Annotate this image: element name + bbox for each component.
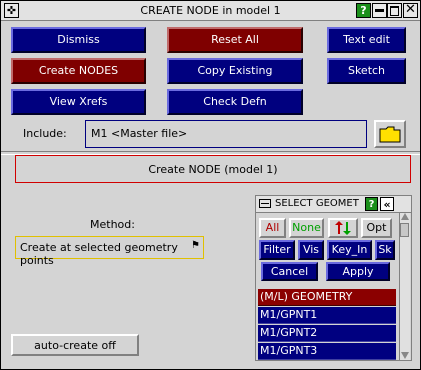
method-label: Method: bbox=[90, 218, 135, 231]
dropdown-flag-icon: ⚑ bbox=[191, 240, 200, 251]
vis-button[interactable]: Vis bbox=[298, 240, 324, 260]
sort-arrows-icon bbox=[335, 221, 351, 235]
select-cancel-button[interactable]: Cancel bbox=[261, 262, 318, 281]
select-none-button[interactable]: None bbox=[289, 218, 324, 238]
main-panel-title: Create NODE (model 1) bbox=[148, 163, 278, 176]
select-panel-title: SELECT GEOMET bbox=[275, 198, 359, 209]
dismiss-label: Dismiss bbox=[57, 33, 100, 46]
minimize-icon[interactable] bbox=[372, 3, 387, 18]
auto-create-label: auto-create off bbox=[34, 339, 116, 352]
text-edit-button[interactable]: Text edit bbox=[327, 27, 406, 53]
include-field[interactable]: M1 <Master file> bbox=[85, 120, 367, 148]
collapse-left-icon[interactable]: « bbox=[380, 197, 394, 211]
text-edit-label: Text edit bbox=[343, 33, 390, 46]
copy-existing-label: Copy Existing bbox=[197, 64, 273, 77]
sketch-button[interactable]: Sketch bbox=[327, 58, 406, 84]
auto-create-button[interactable]: auto-create off bbox=[11, 334, 139, 356]
select-help-button[interactable]: ? bbox=[365, 197, 378, 211]
create-nodes-label: Create NODES bbox=[38, 64, 119, 77]
geometry-list-header[interactable]: (M/L) GEOMETRY POINT(s) bbox=[258, 289, 396, 319]
title-bar: ✜ CREATE NODE in model 1 ? ✕ bbox=[1, 1, 420, 21]
list-scrollbar[interactable] bbox=[399, 213, 410, 360]
method-select[interactable]: Create at selected geometry points ⚑ bbox=[15, 236, 204, 267]
select-panel-titlebar: SELECT GEOMET ? « bbox=[256, 196, 411, 213]
options-label: Opt bbox=[366, 221, 387, 234]
vis-label: Vis bbox=[302, 243, 320, 256]
reset-all-label: Reset All bbox=[211, 33, 259, 46]
create-node-window: ✜ CREATE NODE in model 1 ? ✕ Dismiss Res… bbox=[0, 0, 421, 370]
include-value: M1 <Master file> bbox=[91, 127, 188, 140]
select-cancel-label: Cancel bbox=[270, 265, 309, 278]
select-apply-label: Apply bbox=[342, 265, 374, 278]
list-item[interactable]: M1/GPNT1 bbox=[258, 307, 396, 324]
maximize-icon[interactable] bbox=[387, 3, 402, 18]
scroll-down-icon[interactable] bbox=[401, 352, 409, 359]
reset-all-button[interactable]: Reset All bbox=[167, 27, 303, 53]
select-geometry-panel: SELECT GEOMET ? « All None Opt Filter Vi… bbox=[255, 195, 412, 361]
help-button[interactable]: ? bbox=[356, 3, 371, 18]
select-apply-button[interactable]: Apply bbox=[326, 262, 390, 281]
filter-button[interactable]: Filter bbox=[259, 240, 295, 260]
key-in-button[interactable]: Key_In bbox=[327, 240, 372, 260]
select-all-label: All bbox=[265, 221, 280, 234]
list-item[interactable]: M1/GPNT2 bbox=[258, 325, 396, 342]
sketch-mode-label: Sk bbox=[378, 243, 392, 256]
copy-existing-button[interactable]: Copy Existing bbox=[167, 58, 303, 84]
scroll-thumb[interactable] bbox=[400, 223, 409, 237]
sketch-mode-button[interactable]: Sk bbox=[375, 240, 395, 260]
main-panel-title-box: Create NODE (model 1) bbox=[15, 155, 411, 183]
dismiss-button[interactable]: Dismiss bbox=[11, 27, 146, 53]
view-xrefs-button[interactable]: View Xrefs bbox=[11, 89, 146, 115]
key-in-label: Key_In bbox=[331, 243, 368, 256]
check-defn-label: Check Defn bbox=[203, 95, 267, 108]
panel-menu-icon[interactable] bbox=[259, 199, 271, 208]
check-defn-button[interactable]: Check Defn bbox=[167, 89, 303, 115]
open-file-button[interactable] bbox=[374, 120, 406, 148]
list-item[interactable]: M1/GPNT3 bbox=[258, 343, 396, 360]
include-label: Include: bbox=[23, 127, 67, 140]
sketch-label: Sketch bbox=[347, 64, 386, 77]
folder-icon bbox=[379, 126, 401, 143]
view-xrefs-label: View Xrefs bbox=[49, 95, 108, 108]
scroll-up-icon[interactable] bbox=[401, 213, 409, 220]
sort-toggle-button[interactable] bbox=[328, 218, 358, 238]
method-value: Create at selected geometry points bbox=[20, 241, 178, 267]
options-button[interactable]: Opt bbox=[361, 218, 392, 238]
select-all-button[interactable]: All bbox=[259, 218, 286, 238]
select-none-label: None bbox=[292, 221, 321, 234]
window-menu-icon[interactable]: ✜ bbox=[4, 3, 19, 18]
close-icon[interactable]: ✕ bbox=[403, 3, 418, 18]
filter-label: Filter bbox=[263, 243, 291, 256]
create-nodes-button[interactable]: Create NODES bbox=[11, 58, 146, 84]
